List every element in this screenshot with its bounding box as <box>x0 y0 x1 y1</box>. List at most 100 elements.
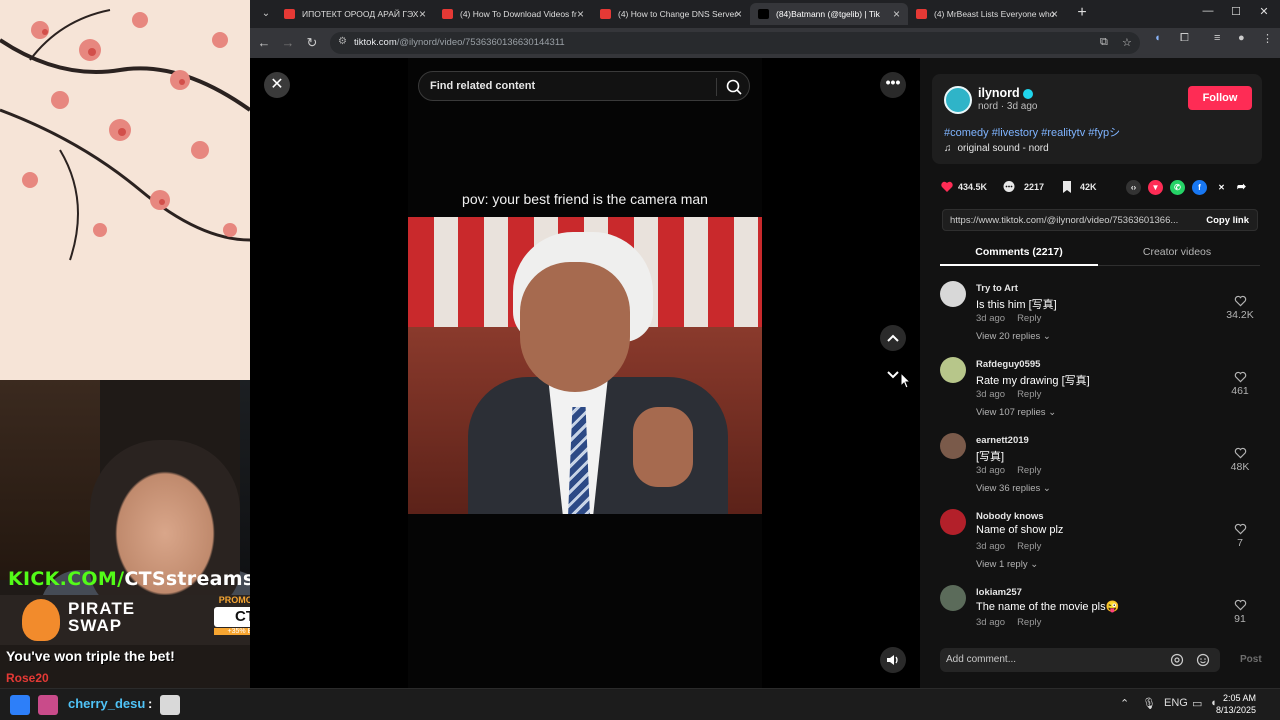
language-indicator[interactable]: ENG <box>1164 697 1188 709</box>
minimize-icon[interactable]: — <box>1200 5 1216 17</box>
browser-tab[interactable]: (4) How To Download Videos fr × <box>434 3 592 25</box>
facebook-icon[interactable]: f <box>1192 180 1207 195</box>
reply-button[interactable]: Reply <box>1017 617 1041 628</box>
post-info-card: ilynord nord · 3d ago Follow #comedy #li… <box>932 74 1262 164</box>
comment-like[interactable]: 7 <box>1220 523 1260 549</box>
view-replies-button[interactable]: View 107 replies ⌄ <box>976 407 1056 418</box>
comment-like[interactable]: 34.2K <box>1220 295 1260 321</box>
reply-button[interactable]: Reply <box>1017 389 1041 400</box>
forward-arrow-icon[interactable]: → <box>280 35 296 51</box>
browser-tab[interactable]: (4) How to Change DNS Server × <box>592 3 750 25</box>
url-omnibox[interactable]: ⚙ tiktok.com/@ilynord/video/753636013663… <box>330 32 1140 54</box>
tab-search-chevron-icon[interactable]: ⌄ <box>258 6 274 22</box>
volume-button[interactable] <box>880 647 906 673</box>
details-panel: ilynord nord · 3d ago Follow #comedy #li… <box>920 58 1280 688</box>
address-bar: ← → ↻ ⚙ tiktok.com/@ilynord/video/753636… <box>250 28 1280 58</box>
commenter-name[interactable]: Rafdeguy0595 <box>976 359 1040 370</box>
follow-button[interactable]: Follow <box>1188 86 1252 110</box>
view-replies-label: View 36 replies <box>976 483 1041 494</box>
reply-button[interactable]: Reply <box>1017 465 1041 476</box>
install-app-icon[interactable]: ⧉ <box>1100 36 1108 49</box>
bookmark-star-icon[interactable]: ☆ <box>1122 36 1132 49</box>
share-arrow-icon[interactable]: ➦ <box>1234 180 1249 195</box>
more-options-icon[interactable]: ••• <box>880 72 906 98</box>
video-still-image[interactable] <box>408 217 762 514</box>
view-replies-button[interactable]: View 1 reply ⌄ <box>976 559 1038 570</box>
view-replies-button[interactable]: View 20 replies ⌄ <box>976 331 1051 342</box>
comment-age: 3d ago <box>976 389 1006 400</box>
comment-like[interactable]: 461 <box>1220 371 1260 397</box>
profile-avatar-icon[interactable]: ● <box>1238 32 1245 44</box>
emoji-icon[interactable] <box>1196 653 1210 667</box>
repost-icon[interactable]: ▼ <box>1148 180 1163 195</box>
commenter-name[interactable]: Try to Art <box>976 283 1018 294</box>
video-link-text[interactable]: https://www.tiktok.com/@ilynord/video/75… <box>950 215 1190 226</box>
add-comment-input[interactable]: Add comment... <box>940 648 1220 672</box>
app-pinned-icon[interactable] <box>38 695 58 715</box>
maximize-icon[interactable]: ☐ <box>1228 5 1244 18</box>
embed-icon[interactable]: ‹› <box>1126 180 1141 195</box>
author-avatar[interactable] <box>944 86 972 114</box>
post-comment-button[interactable]: Post <box>1240 654 1262 665</box>
tab-comments[interactable]: Comments (2217) <box>940 246 1098 266</box>
window-close-icon[interactable]: ✕ <box>1256 5 1272 18</box>
view-replies-button[interactable]: View 36 replies ⌄ <box>976 483 1051 494</box>
back-arrow-icon[interactable]: ← <box>256 35 272 51</box>
extension-sound-icon[interactable]: ◖ <box>1154 32 1161 44</box>
mention-at-icon[interactable] <box>1170 653 1184 667</box>
taskbar-clock[interactable]: 2:05 AM 8/13/2025 <box>1216 692 1256 716</box>
browser-tab[interactable]: ИПОТЕКТ ОРООД АРАЙ ГЭХ × <box>276 3 434 25</box>
commenter-name[interactable]: lokiam257 <box>976 587 1022 598</box>
url-text[interactable]: tiktok.com/@ilynord/video/75363601366301… <box>354 37 565 48</box>
commenter-avatar[interactable] <box>940 281 966 307</box>
comment-icon[interactable] <box>1002 180 1016 194</box>
whatsapp-icon[interactable]: ✆ <box>1170 180 1185 195</box>
bookmark-icon[interactable] <box>1060 180 1074 194</box>
related-search-input[interactable]: Find related content <box>418 71 750 101</box>
comment-count: 2217 <box>1024 182 1045 192</box>
network-icon[interactable]: ▭ <box>1192 697 1202 710</box>
microphone-icon[interactable]: 🎙 <box>1142 697 1156 710</box>
tab-close-icon[interactable]: × <box>577 3 584 25</box>
search-icon[interactable] <box>724 77 744 97</box>
commenter-name[interactable]: Nobody knows <box>976 511 1044 522</box>
new-tab-plus-icon[interactable]: + <box>1072 4 1092 22</box>
site-info-icon[interactable]: ⚙ <box>338 36 347 47</box>
sound-row[interactable]: ♫ original sound - nord <box>944 143 1049 154</box>
tray-chevron-up-icon[interactable]: ⌃ <box>1120 697 1129 710</box>
commenter-avatar[interactable] <box>940 585 966 611</box>
hashtags[interactable]: #comedy #livestory #realitytv #fypシ <box>944 124 1120 140</box>
tab-close-icon[interactable]: × <box>893 3 900 25</box>
browser-tab[interactable]: (84)Batmann (@tgelib) | Tik × <box>750 3 908 25</box>
commenter-name[interactable]: earnett2019 <box>976 435 1029 446</box>
reload-icon[interactable]: ↻ <box>304 35 320 51</box>
start-icon[interactable] <box>10 695 30 715</box>
tab-close-icon[interactable]: × <box>1051 3 1058 25</box>
mouse-cursor-icon <box>900 372 911 389</box>
commenter-avatar[interactable] <box>940 509 966 535</box>
commenter-avatar[interactable] <box>940 357 966 383</box>
copy-link-button[interactable]: Copy link <box>1206 215 1249 226</box>
close-video-icon[interactable]: ✕ <box>264 72 290 98</box>
previous-video-button[interactable] <box>880 325 906 351</box>
tab-creator-videos[interactable]: Creator videos <box>1098 246 1256 258</box>
media-queue-icon[interactable]: ≡ <box>1214 32 1220 44</box>
author-name-row[interactable]: ilynord <box>978 86 1033 100</box>
heart-icon[interactable] <box>940 180 954 194</box>
reply-button[interactable]: Reply <box>1017 541 1041 552</box>
comment-meta: 3d ago Reply <box>976 465 1041 476</box>
comment-text: Rate my drawing [写真] <box>976 375 1090 387</box>
x-icon[interactable]: ✕ <box>1214 180 1229 195</box>
extensions-puzzle-icon[interactable]: ⧠ <box>1180 32 1189 45</box>
comment-like[interactable]: 48K <box>1220 447 1260 473</box>
tab-close-icon[interactable]: × <box>735 3 742 25</box>
commenter-avatar[interactable] <box>940 433 966 459</box>
menu-dots-icon[interactable]: ⋮ <box>1262 32 1273 45</box>
document-icon[interactable] <box>160 695 180 715</box>
comment-item: earnett2019 [写真] 3d ago Reply View 36 rep… <box>940 433 1260 505</box>
browser-tab[interactable]: (4) MrBeast Lists Everyone who × <box>908 3 1066 25</box>
reply-button[interactable]: Reply <box>1017 313 1041 324</box>
tab-close-icon[interactable]: × <box>419 3 426 25</box>
comment-like[interactable]: 91 <box>1220 599 1260 625</box>
music-note-icon: ♫ <box>944 143 952 154</box>
